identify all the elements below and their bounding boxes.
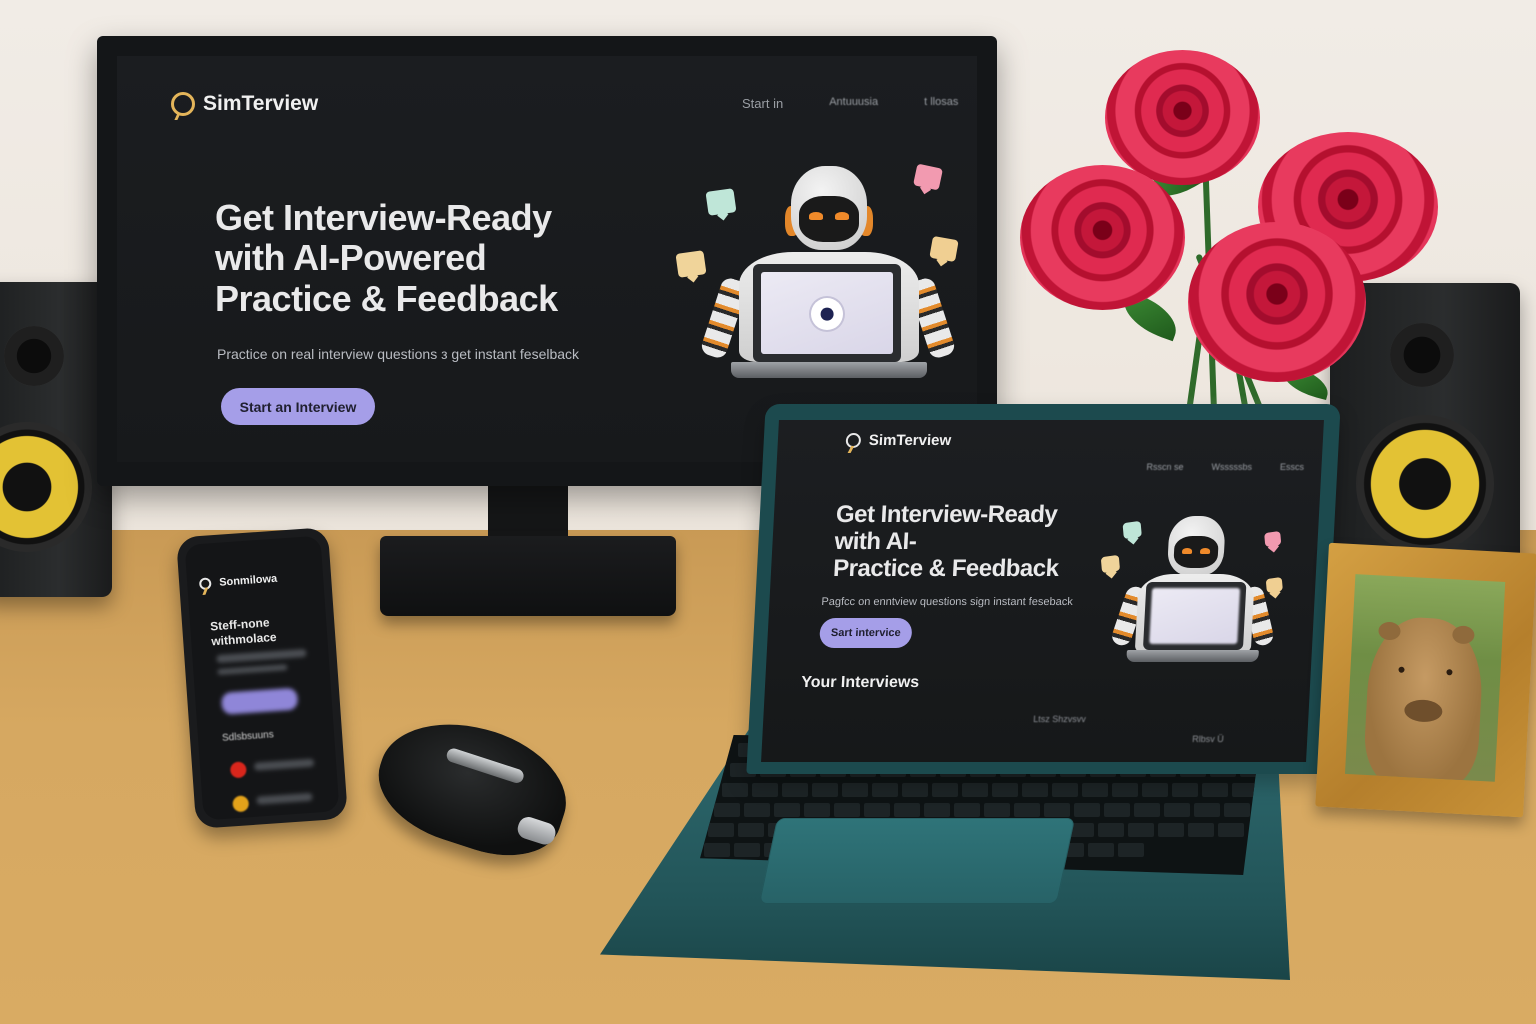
robot-eye	[1181, 548, 1193, 554]
avatar	[229, 761, 247, 779]
hero-subtitle: Practice on real interview questions з g…	[217, 346, 580, 362]
robot-eye	[835, 212, 849, 220]
hero-subtitle: Pagfcc on enntview questions sign instan…	[821, 596, 1074, 608]
nav-item[interactable]: t llosas	[924, 96, 958, 111]
brand-name: Sonmilowa	[218, 572, 278, 589]
hero-title-line: Practice & Feedback	[215, 277, 558, 319]
woofer	[1356, 415, 1494, 553]
chat-sticker-icon	[1100, 554, 1121, 574]
chat-sticker-icon	[1122, 520, 1142, 540]
rose	[1105, 50, 1260, 185]
chat-sticker-icon	[675, 250, 707, 278]
robot-face	[799, 196, 859, 242]
laptop-screen: SimTerview Rsscn se Wsssssbs Esscs Get I…	[761, 420, 1324, 762]
start-interview-button[interactable]: Sart intervice	[819, 618, 913, 648]
hero-title-line: Practice & Feedback	[832, 554, 1060, 582]
hero-title-line: Get Interview-Ready	[835, 501, 1058, 528]
capybara-eye	[1398, 666, 1405, 673]
picture-frame	[1315, 542, 1536, 818]
brand[interactable]: Sonmilowa	[198, 572, 278, 591]
nav-item[interactable]: Rsscn se	[1146, 462, 1184, 472]
chat-bubble-icon	[198, 577, 212, 591]
record-icon	[811, 298, 843, 330]
phone-title-line: withmolace	[210, 629, 278, 649]
avatar	[232, 795, 250, 813]
tweeter	[4, 326, 64, 386]
phone-section-label: Sdlsbsuuns	[221, 729, 275, 744]
hero-title-line: with AI-	[833, 527, 918, 555]
phone-title: Steff-none withmolace	[210, 615, 277, 649]
robot-illustration	[675, 163, 967, 396]
robot-eye	[1199, 548, 1211, 554]
brand[interactable]: SimTerview	[845, 432, 952, 449]
start-interview-button[interactable]: Start an Interview	[221, 388, 375, 425]
capybara-ear	[1451, 625, 1475, 645]
monitor-stand-neck	[488, 486, 568, 538]
nav-item[interactable]: Start in	[742, 96, 783, 111]
key-row	[714, 803, 1250, 817]
robot-laptop-base	[731, 362, 927, 378]
tweeter	[1390, 323, 1454, 387]
blurred-button[interactable]	[220, 687, 299, 715]
table-hint: Ltsz Shzvsvv	[1033, 714, 1087, 724]
table-hint: Rlbsv Ü	[1191, 734, 1225, 744]
left-speaker	[0, 282, 112, 597]
rose	[1020, 165, 1185, 310]
phone-screen: Sonmilowa Steff-none withmolace Sdlsbsuu…	[184, 535, 340, 821]
chat-sticker-icon	[929, 235, 959, 263]
blurred-text	[217, 664, 288, 676]
nav-item[interactable]: Antuuusia	[829, 96, 878, 111]
blurred-text	[256, 792, 313, 805]
mouse-accent	[444, 746, 526, 785]
robot-eye	[809, 212, 823, 220]
chat-sticker-icon	[1264, 530, 1282, 548]
capybara-eye	[1446, 669, 1453, 676]
woofer	[0, 422, 92, 552]
key-row	[722, 783, 1258, 797]
blurred-text	[216, 648, 307, 664]
section-title: Your Interviews	[800, 674, 920, 691]
capybara-ear	[1378, 621, 1401, 641]
nav-item[interactable]: Wsssssbs	[1211, 462, 1252, 472]
hero-title: Get Interview-Ready with AI- Practice & …	[832, 501, 1062, 583]
monitor-screen: SimTerview Start in Antuuusia t llosas G…	[117, 56, 977, 462]
hero-title: Get Interview-Ready with AI-Powered Prac…	[215, 197, 558, 319]
chat-sticker-icon	[705, 188, 737, 216]
robot-illustration	[1096, 512, 1284, 672]
brand-name: SimTerview	[203, 92, 319, 115]
top-nav: Start in Antuuusia t llosas	[742, 96, 958, 111]
chat-sticker-icon	[912, 163, 944, 191]
brand-name: SimTerview	[868, 432, 952, 449]
capybara	[1362, 615, 1486, 782]
hero-title-line: with AI-Powered	[215, 237, 487, 279]
smartphone: Sonmilowa Steff-none withmolace Sdlsbsuu…	[176, 527, 348, 829]
laptop-trackpad	[758, 818, 1076, 904]
hero-title-line: Get Interview-Ready	[215, 197, 552, 238]
robot-face	[1173, 536, 1219, 568]
blurred-text	[253, 758, 315, 771]
brand[interactable]: SimTerview	[171, 92, 318, 116]
nav-item[interactable]: Esscs	[1280, 462, 1305, 472]
rose	[1188, 222, 1366, 382]
chat-bubble-icon	[171, 92, 195, 116]
capybara-photo	[1344, 574, 1506, 782]
chat-sticker-icon	[1265, 576, 1283, 594]
capybara-nose	[1403, 698, 1443, 723]
robot-laptop-screen	[1149, 588, 1241, 644]
monitor-stand-base	[380, 536, 676, 616]
robot-laptop-base	[1126, 650, 1259, 662]
top-nav: Rsscn se Wsssssbs Esscs	[1146, 462, 1304, 472]
chat-bubble-icon	[845, 433, 862, 448]
